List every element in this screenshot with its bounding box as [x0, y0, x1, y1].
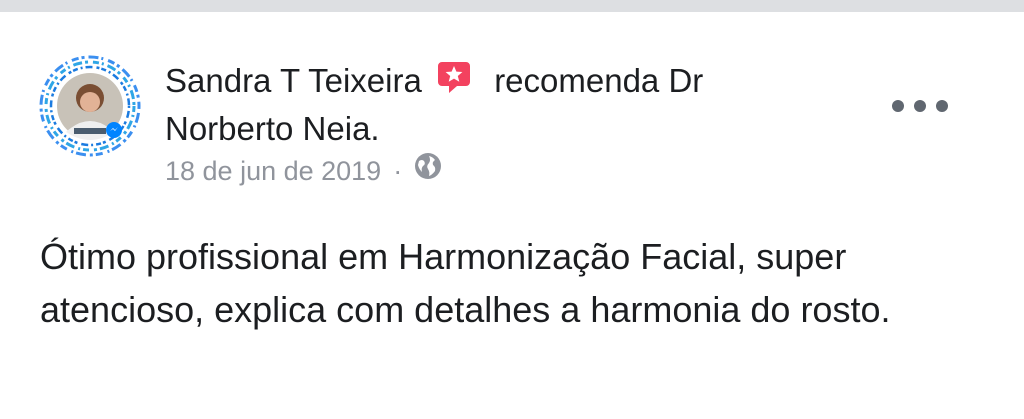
post-date[interactable]: 18 de jun de 2019 [165, 153, 381, 189]
feed-divider [0, 0, 1024, 12]
recommendation-post: Sandra T Teixeira recomenda Dr Norberto … [0, 12, 1024, 419]
more-options-icon[interactable] [892, 86, 948, 126]
post-body: Ótimo profissional em Harmonização Facia… [40, 236, 891, 330]
recommend-badge-icon [437, 60, 471, 106]
post-meta: 18 de jun de 2019 · [165, 152, 442, 189]
author-name[interactable]: Sandra T Teixeira [165, 62, 422, 99]
meta-separator: · [393, 155, 403, 186]
post-header: Sandra T Teixeira recomenda Dr Norberto … [165, 58, 805, 152]
globe-icon[interactable] [414, 152, 442, 189]
avatar[interactable] [36, 52, 144, 160]
